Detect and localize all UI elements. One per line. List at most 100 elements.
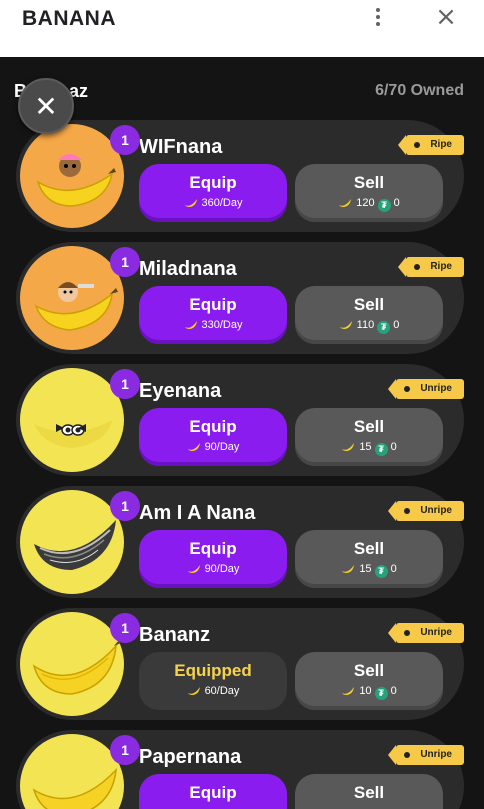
tether-icon: ₮ bbox=[374, 565, 388, 578]
tether-icon: ₮ bbox=[377, 199, 391, 212]
banana-avatar bbox=[20, 246, 124, 350]
ripeness-tag: Unripe bbox=[388, 745, 464, 765]
price-tether: 0 bbox=[390, 563, 397, 575]
sell-price: 10 ₮ 0 bbox=[295, 684, 443, 700]
banana-card: 1 Papernana Unripe Equip Sell bbox=[16, 730, 464, 809]
banana-card: 1 Miladnana Ripe Equip 330/Day Sell 110 ₮… bbox=[16, 242, 464, 354]
equip-button[interactable]: Equip 90/Day bbox=[139, 530, 287, 588]
price-banana: 110 bbox=[356, 319, 375, 331]
ripeness-tag: Ripe bbox=[398, 257, 464, 277]
ripeness-tag: Unripe bbox=[388, 501, 464, 521]
banana-avatar bbox=[20, 612, 124, 716]
count-badge: 1 bbox=[110, 369, 140, 399]
owned-count: 6/70 Owned bbox=[375, 82, 464, 99]
count-badge: 1 bbox=[110, 491, 140, 521]
sell-button[interactable]: Sell 10 ₮ 0 bbox=[295, 652, 443, 710]
banana-name: Miladnana bbox=[139, 258, 237, 280]
sell-button[interactable]: Sell 15 ₮ 0 bbox=[295, 408, 443, 466]
banana-card: 1 WIFnana Ripe Equip 360/Day Sell 120 ₮ 0 bbox=[16, 120, 464, 232]
equip-label: Equip bbox=[189, 539, 237, 558]
banana-name: Am I A Nana bbox=[139, 502, 256, 524]
price-banana: 120 bbox=[356, 197, 375, 209]
banana-icon bbox=[184, 321, 197, 329]
equip-label: Equip bbox=[189, 417, 237, 436]
daily-rate: 90/Day bbox=[139, 440, 287, 453]
equipped-button[interactable]: Equipped 60/Day bbox=[139, 652, 287, 710]
sell-button[interactable]: Sell 120 ₮ 0 bbox=[295, 164, 443, 222]
app-title: BANANA bbox=[22, 7, 116, 30]
close-icon: ✕ bbox=[34, 89, 58, 123]
count-badge: 1 bbox=[110, 247, 140, 277]
daily-rate: 360/Day bbox=[139, 196, 287, 209]
banana-icon bbox=[187, 443, 200, 451]
price-tether: 0 bbox=[393, 319, 400, 331]
count-badge: 1 bbox=[110, 125, 140, 155]
sell-price: 15 ₮ 0 bbox=[295, 440, 443, 456]
banana-avatar bbox=[20, 368, 124, 472]
banana-name: Bananz bbox=[139, 624, 211, 646]
sell-label: Sell bbox=[353, 661, 385, 680]
equip-label: Equip bbox=[189, 295, 237, 314]
banana-avatar bbox=[20, 124, 124, 228]
equip-button[interactable]: Equip 330/Day bbox=[139, 286, 287, 344]
sell-button[interactable]: Sell bbox=[295, 774, 443, 809]
equip-label: Equip bbox=[189, 783, 237, 802]
close-icon[interactable]: × bbox=[432, 3, 460, 31]
sell-price: 120 ₮ 0 bbox=[295, 196, 443, 212]
sell-label: Sell bbox=[353, 173, 385, 192]
daily-rate-value: 90/Day bbox=[204, 441, 240, 453]
daily-rate-value: 360/Day bbox=[201, 197, 243, 209]
sell-button[interactable]: Sell 110 ₮ 0 bbox=[295, 286, 443, 344]
tether-icon: ₮ bbox=[374, 443, 388, 456]
banana-icon bbox=[342, 687, 355, 695]
ripeness-tag: Ripe bbox=[398, 135, 464, 155]
more-vert-icon[interactable] bbox=[368, 4, 388, 30]
banana-icon bbox=[339, 321, 352, 329]
daily-rate: 90/Day bbox=[139, 562, 287, 575]
banana-icon bbox=[339, 199, 352, 207]
daily-rate-value: 90/Day bbox=[204, 563, 240, 575]
banana-icon bbox=[342, 443, 355, 451]
banana-icon bbox=[184, 199, 197, 207]
ripeness-tag: Unripe bbox=[388, 379, 464, 399]
daily-rate: 330/Day bbox=[139, 318, 287, 331]
inventory-panel: Bananaz 6/70 Owned ✕ 1 WIFnana Ripe Equi… bbox=[0, 57, 484, 809]
equip-button[interactable]: Equip bbox=[139, 774, 287, 809]
equip-label: Equip bbox=[189, 173, 237, 192]
sell-label: Sell bbox=[353, 539, 385, 558]
price-banana: 15 bbox=[359, 441, 372, 453]
banana-card: 1 Am I A Nana Unripe Equip 90/Day Sell 1… bbox=[16, 486, 464, 598]
close-panel-button[interactable]: ✕ bbox=[18, 78, 74, 134]
sell-label: Sell bbox=[353, 783, 385, 802]
equip-button[interactable]: Equip 360/Day bbox=[139, 164, 287, 222]
price-tether: 0 bbox=[390, 441, 397, 453]
banana-avatar bbox=[20, 490, 124, 594]
price-banana: 15 bbox=[359, 563, 372, 575]
banana-name: Papernana bbox=[139, 746, 242, 768]
banana-card: 1 Eyenana Unripe Equip 90/Day Sell 15 ₮ 0 bbox=[16, 364, 464, 476]
daily-rate: 60/Day bbox=[139, 684, 287, 697]
price-tether: 0 bbox=[390, 685, 397, 697]
sell-label: Sell bbox=[353, 295, 385, 314]
sell-price: 15 ₮ 0 bbox=[295, 562, 443, 578]
banana-icon bbox=[187, 565, 200, 573]
ripeness-tag: Unripe bbox=[388, 623, 464, 643]
banana-name: WIFnana bbox=[139, 136, 223, 158]
sell-price: 110 ₮ 0 bbox=[295, 318, 443, 334]
banana-icon bbox=[342, 565, 355, 573]
daily-rate-value: 330/Day bbox=[201, 319, 243, 331]
equipped-label: Equipped bbox=[174, 661, 252, 680]
tether-icon: ₮ bbox=[374, 687, 388, 700]
count-badge: 1 bbox=[110, 735, 140, 765]
equip-button[interactable]: Equip 90/Day bbox=[139, 408, 287, 466]
tether-icon: ₮ bbox=[377, 321, 391, 334]
price-tether: 0 bbox=[393, 197, 400, 209]
sell-button[interactable]: Sell 15 ₮ 0 bbox=[295, 530, 443, 588]
price-banana: 10 bbox=[359, 685, 372, 697]
banana-card: 1 Bananz Unripe Equipped 60/Day Sell 10 ₮… bbox=[16, 608, 464, 720]
daily-rate-value: 60/Day bbox=[204, 685, 240, 697]
title-bar: BANANA × bbox=[0, 0, 484, 57]
banana-avatar bbox=[20, 734, 124, 809]
banana-icon bbox=[187, 687, 200, 695]
count-badge: 1 bbox=[110, 613, 140, 643]
